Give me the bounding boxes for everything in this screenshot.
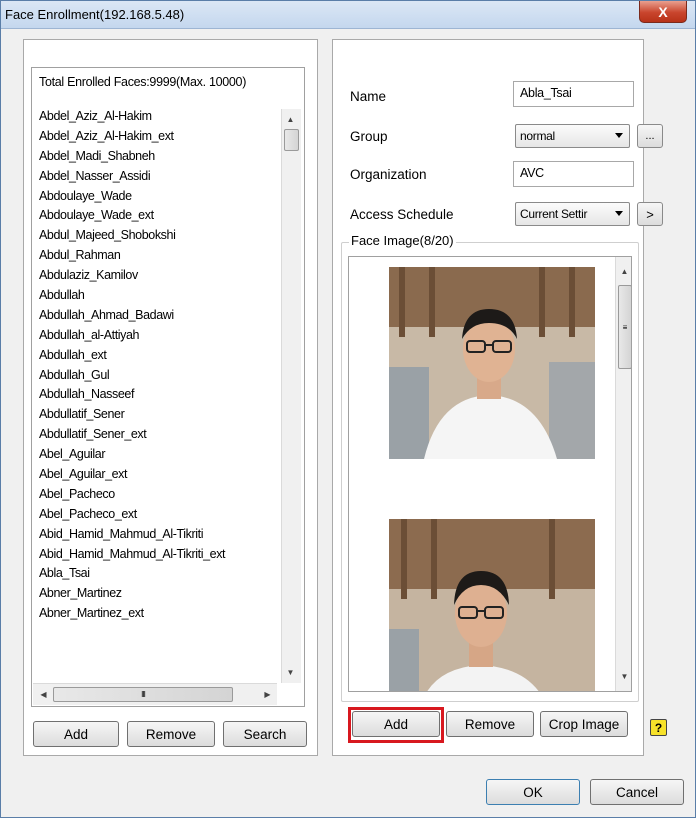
list-item[interactable]: Abel_Pacheco_ext — [33, 505, 277, 525]
add-face-button[interactable]: Add — [33, 721, 119, 747]
list-item[interactable]: Abdel_Aziz_Al-Hakim_ext — [33, 127, 277, 147]
crop-image-button[interactable]: Crop Image — [540, 711, 628, 737]
list-item[interactable]: Abel_Pacheco — [33, 485, 277, 505]
group-label: Group — [350, 129, 388, 144]
list-item[interactable]: Abdullah_ext — [33, 346, 277, 366]
scroll-up-icon[interactable]: ▲ — [282, 111, 299, 128]
list-item[interactable]: Abla_Tsai — [33, 564, 277, 584]
close-button[interactable]: X — [639, 1, 687, 23]
name-label: Name — [350, 89, 387, 104]
horizontal-scrollbar[interactable]: ◀ III ▶ — [33, 683, 277, 705]
vertical-scrollbar[interactable]: ▲ ▼ — [281, 109, 301, 683]
face-image-list[interactable]: ▲ ≡ ▼ — [348, 256, 632, 692]
organization-label: Organization — [350, 167, 427, 182]
list-item[interactable]: Abdullah_Ahmad_Badawi — [33, 306, 277, 326]
list-item[interactable]: Abdullah_al-Attiyah — [33, 326, 277, 346]
remove-face-button[interactable]: Remove — [127, 721, 215, 747]
scroll-left-icon[interactable]: ◀ — [35, 686, 52, 703]
list-item[interactable]: Abdullah_Gul — [33, 366, 277, 386]
close-icon: X — [658, 3, 668, 20]
face-photo-1 — [389, 267, 595, 459]
face-image-scroll-thumb[interactable]: ≡ — [618, 285, 631, 369]
total-enrolled-label: Total Enrolled Faces:9999(Max. 10000) — [39, 75, 247, 89]
list-item[interactable]: Abdul_Rahman — [33, 246, 277, 266]
face-enrollment-dialog: Face Enrollment(192.168.5.48) X Total En… — [0, 0, 696, 818]
window-title: Face Enrollment(192.168.5.48) — [5, 7, 185, 22]
list-item[interactable]: Abdullah — [33, 286, 277, 306]
list-item[interactable]: Abel_Aguilar_ext — [33, 465, 277, 485]
list-item[interactable]: Abdulaziz_Kamilov — [33, 266, 277, 286]
list-item[interactable]: Abel_Aguilar — [33, 445, 277, 465]
list-item[interactable]: Abdel_Aziz_Al-Hakim — [33, 107, 277, 127]
scroll-right-icon[interactable]: ▶ — [259, 686, 276, 703]
ok-button[interactable]: OK — [486, 779, 580, 805]
list-item[interactable]: Abdullah_Nasseef — [33, 385, 277, 405]
face-image-2[interactable] — [389, 519, 595, 691]
group-select[interactable]: normal — [515, 124, 630, 148]
list-item[interactable]: Abdullatif_Sener_ext — [33, 425, 277, 445]
list-item[interactable]: Abid_Hamid_Mahmud_Al-Tikriti_ext — [33, 545, 277, 565]
scroll-down-icon[interactable]: ▼ — [616, 668, 631, 685]
schedule-next-button[interactable]: > — [637, 202, 663, 226]
list-item[interactable]: Abdel_Madi_Shabneh — [33, 147, 277, 167]
face-image-scrollbar[interactable]: ▲ ≡ ▼ — [615, 257, 631, 691]
list-item[interactable]: Abid_Hamid_Mahmud_Al-Tikriti — [33, 525, 277, 545]
access-schedule-select[interactable]: Current Settir — [515, 202, 630, 226]
remove-image-button[interactable]: Remove — [446, 711, 534, 737]
access-schedule-value: Current Settir — [520, 207, 588, 221]
list-item[interactable]: Abdoulaye_Wade_ext — [33, 206, 277, 226]
chevron-down-icon — [615, 133, 623, 138]
scroll-grip-icon: III — [141, 690, 146, 699]
face-photo-2 — [389, 519, 595, 691]
title-bar[interactable]: Face Enrollment(192.168.5.48) X — [1, 1, 695, 29]
list-item[interactable]: Abdullatif_Sener — [33, 405, 277, 425]
face-image-1[interactable] — [389, 267, 595, 459]
scroll-thumb[interactable] — [284, 129, 299, 151]
cancel-button[interactable]: Cancel — [590, 779, 684, 805]
list-item[interactable]: Abner_Martinez — [33, 584, 277, 604]
list-item[interactable]: Abdoulaye_Wade — [33, 187, 277, 207]
chevron-down-icon — [615, 211, 623, 216]
help-icon[interactable]: ? — [650, 719, 667, 736]
list-item[interactable]: Abdul_Majeed_Shobokshi — [33, 226, 277, 246]
group-more-button[interactable]: ... — [637, 124, 663, 148]
name-field[interactable]: Abla_Tsai — [513, 81, 634, 107]
scroll-down-icon[interactable]: ▼ — [282, 664, 299, 681]
organization-field[interactable]: AVC — [513, 161, 634, 187]
access-schedule-label: Access Schedule — [350, 207, 454, 222]
face-image-label: Face Image(8/20) — [349, 233, 456, 248]
scroll-up-icon[interactable]: ▲ — [616, 263, 631, 280]
highlight-box — [348, 707, 444, 743]
search-button[interactable]: Search — [223, 721, 307, 747]
group-select-value: normal — [520, 129, 555, 143]
list-item[interactable]: Abdel_Nasser_Assidi — [33, 167, 277, 187]
scroll-thumb-horizontal[interactable]: III — [53, 687, 233, 702]
list-item[interactable]: Abner_Martinez_ext — [33, 604, 277, 624]
name-list[interactable]: Abdel_Aziz_Al-Hakim Abdel_Aziz_Al-Hakim_e… — [33, 107, 277, 683]
